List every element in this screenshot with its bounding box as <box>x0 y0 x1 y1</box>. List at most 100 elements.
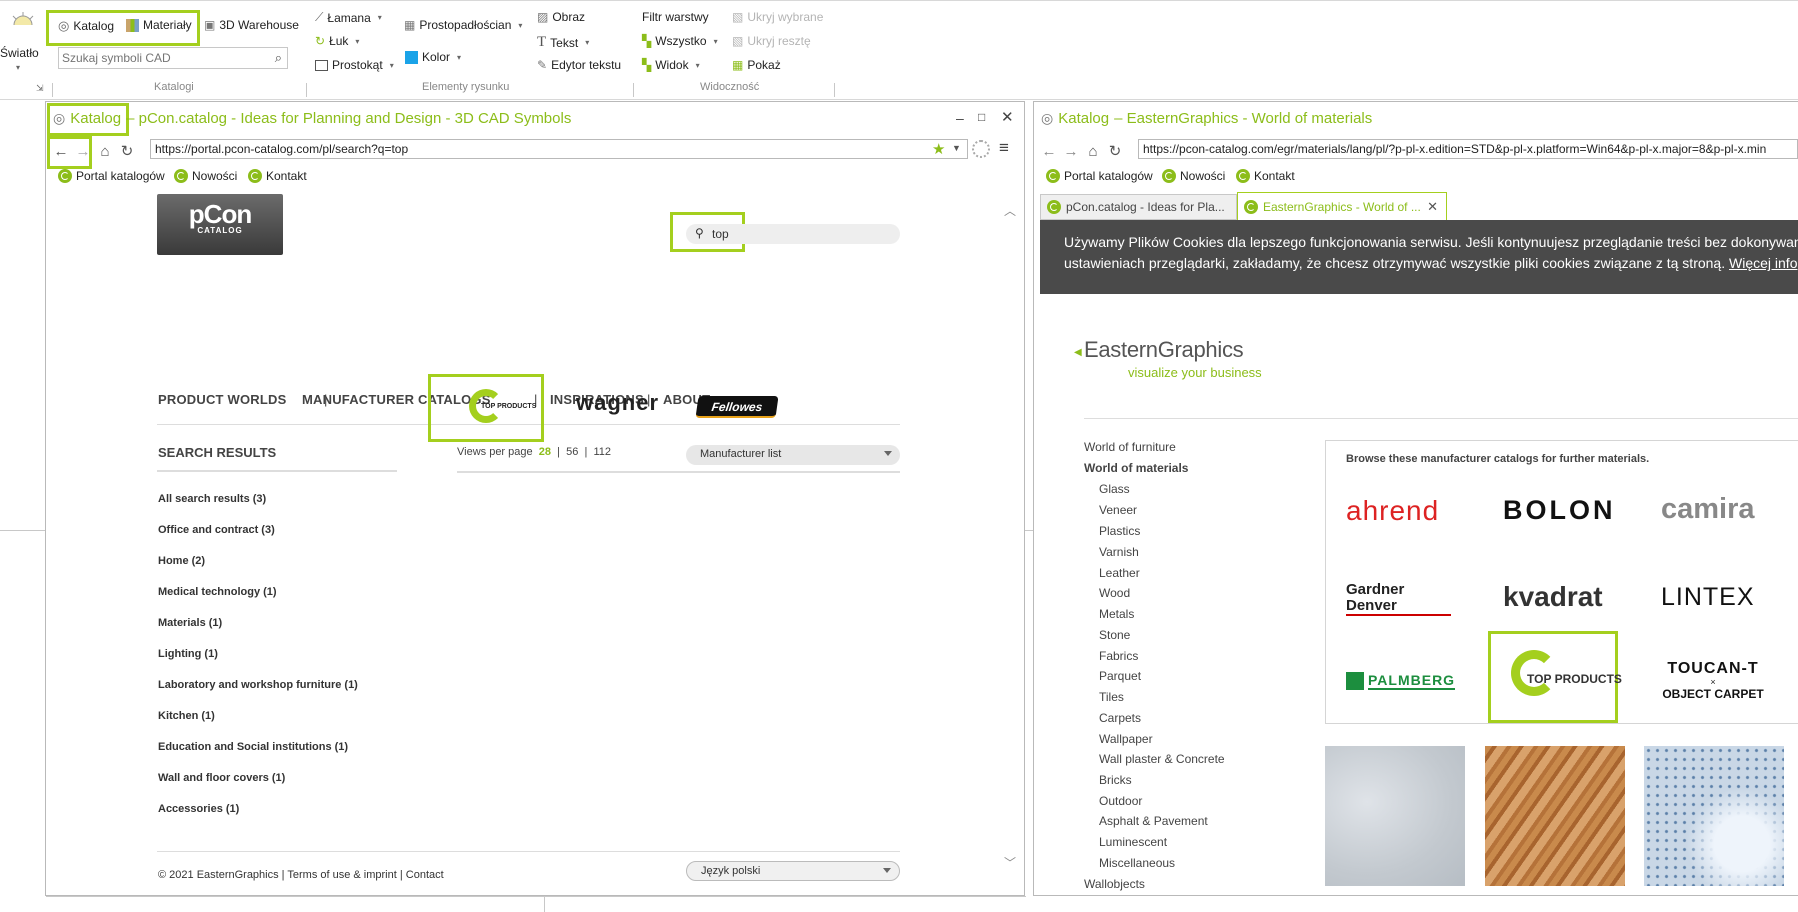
material-item[interactable]: Wallpaper <box>1099 732 1153 746</box>
close-tab-icon[interactable]: ✕ <box>1427 199 1438 215</box>
reload-icon[interactable]: ↻ <box>1104 142 1126 160</box>
cad-search-input[interactable] <box>59 48 259 68</box>
scroll-down-icon[interactable]: ﹀ <box>1004 854 1016 871</box>
katalog-button[interactable]: ◎ Katalog <box>58 18 114 34</box>
material-item[interactable]: Metals <box>1099 607 1134 621</box>
light-button[interactable]: Światło <box>0 46 39 60</box>
brand-gardner-denver[interactable]: Gardner Denver <box>1346 582 1456 622</box>
bookmark-nowosci[interactable]: Nowości <box>174 169 237 183</box>
category-item[interactable]: Laboratory and workshop furniture (1) <box>158 679 358 691</box>
category-item[interactable]: Materials (1) <box>158 617 222 629</box>
hide-selected-button[interactable]: ▧ Ukryj wybrane <box>732 10 823 24</box>
category-item[interactable]: Kitchen (1) <box>158 710 215 722</box>
category-all[interactable]: All search results (3) <box>158 493 266 505</box>
dialog-launcher-icon[interactable]: ⇲ <box>36 83 44 94</box>
home-icon[interactable]: ⌂ <box>94 143 116 160</box>
pcon-catalog-logo[interactable]: pCon CATALOG <box>157 194 283 255</box>
category-item[interactable]: Home (2) <box>158 555 205 567</box>
material-item[interactable]: Parquet <box>1099 669 1141 683</box>
category-item[interactable]: Medical technology (1) <box>158 586 277 598</box>
material-item[interactable]: Outdoor <box>1099 794 1142 808</box>
material-item[interactable]: Leather <box>1099 566 1140 580</box>
close-button[interactable]: ✕ <box>1001 108 1014 126</box>
bookmark-kontakt[interactable]: Kontakt <box>1236 169 1295 183</box>
minimize-button[interactable]: – <box>956 110 964 126</box>
brand-palmberg[interactable]: PALMBERG <box>1346 672 1456 690</box>
menu-icon[interactable]: ≡ <box>999 138 1009 158</box>
tab-pcon-catalog[interactable]: pCon.catalog - Ideas for Pla... <box>1040 194 1237 220</box>
color-button[interactable]: Kolor ▾ <box>405 50 461 64</box>
chevron-down-icon[interactable]: ▼ <box>952 143 961 153</box>
cad-search-box[interactable]: ⌕ <box>58 47 288 69</box>
hide-rest-button[interactable]: ▧ Ukryj resztę <box>732 34 811 48</box>
material-item[interactable]: Varnish <box>1099 545 1139 559</box>
material-item[interactable]: Plastics <box>1099 524 1140 538</box>
category-item[interactable]: Office and contract (3) <box>158 524 275 536</box>
nav-product-worlds[interactable]: PRODUCT WORLDS <box>158 392 286 407</box>
material-item[interactable]: Asphalt & Pavement <box>1099 814 1208 828</box>
back-icon[interactable]: ← <box>50 143 72 160</box>
search-icon[interactable]: ⌕ <box>275 50 282 66</box>
language-dropdown[interactable]: Język polski <box>686 861 900 881</box>
materialy-button[interactable]: Materiały <box>126 18 192 32</box>
material-swatch-wood[interactable] <box>1485 746 1625 886</box>
box-button[interactable]: ▦ Prostopadłościan ▾ <box>404 18 522 32</box>
all-layers-button[interactable]: ▚ Wszystko ▾ <box>642 34 718 48</box>
result-wagner[interactable]: wagner <box>576 390 659 416</box>
category-item[interactable]: Accessories (1) <box>158 803 239 815</box>
view-button[interactable]: ▚ Widok ▾ <box>642 58 700 72</box>
views-56[interactable]: 56 <box>566 446 578 458</box>
scroll-up-icon[interactable]: ︿ <box>1004 202 1016 219</box>
category-item[interactable]: Education and Social institutions (1) <box>158 741 348 753</box>
material-item[interactable]: Wall plaster & Concrete <box>1099 752 1225 766</box>
brand-camira[interactable]: camira <box>1661 493 1755 526</box>
material-swatch-stone[interactable] <box>1325 746 1465 886</box>
address-bar[interactable]: https://pcon-catalog.com/egr/materials/l… <box>1138 139 1798 159</box>
category-item[interactable]: Lighting (1) <box>158 648 218 660</box>
category-item[interactable]: Wall and floor covers (1) <box>158 772 285 784</box>
material-item[interactable]: Luminescent <box>1099 835 1167 849</box>
brand-ahrend[interactable]: ahrend <box>1346 495 1439 527</box>
home-icon[interactable]: ⌂ <box>1082 143 1104 160</box>
bookmark-nowosci[interactable]: Nowości <box>1162 169 1225 183</box>
material-item[interactable]: Bricks <box>1099 773 1132 787</box>
polyline-button[interactable]: ⟋ Łamana ▾ <box>315 10 382 25</box>
material-swatch-terrazzo[interactable] <box>1644 746 1784 886</box>
brand-kvadrat[interactable]: kvadrat <box>1503 581 1603 613</box>
material-item[interactable]: Wood <box>1099 586 1130 600</box>
material-item[interactable]: Carpets <box>1099 711 1141 725</box>
views-28[interactable]: 28 <box>539 446 551 458</box>
eastern-graphics-logo[interactable]: ◀ EasternGraphics visualize your busines… <box>1074 337 1262 380</box>
reload-icon[interactable]: ↻ <box>116 142 138 160</box>
views-112[interactable]: 112 <box>593 446 611 458</box>
material-item[interactable]: Veneer <box>1099 503 1137 517</box>
brand-top-products[interactable]: TOP PRODUCTS <box>1488 631 1622 723</box>
star-icon[interactable]: ★ <box>932 140 945 158</box>
site-search-field[interactable]: ⚲ top <box>686 224 900 244</box>
material-item[interactable]: Stone <box>1099 628 1130 642</box>
nav-world-of-materials[interactable]: World of materials <box>1084 461 1188 475</box>
manufacturer-list-dropdown[interactable]: Manufacturer list <box>686 445 900 465</box>
brand-bolon[interactable]: BOLON <box>1503 495 1616 526</box>
bookmark-portal[interactable]: Portal katalogów <box>1046 169 1153 183</box>
sun-icon[interactable] <box>10 11 36 31</box>
bookmark-kontakt[interactable]: Kontakt <box>248 169 307 183</box>
tab-eastern-graphics[interactable]: EasternGraphics - World of ... ✕ <box>1237 192 1447 220</box>
cookie-more-link[interactable]: Więcej info <box>1729 255 1797 271</box>
address-bar[interactable]: https://portal.pcon-catalog.com/pl/searc… <box>150 139 968 159</box>
material-item[interactable]: Fabrics <box>1099 649 1138 663</box>
result-top-products[interactable]: TOP PRODUCTS <box>428 374 544 442</box>
3d-warehouse-button[interactable]: ▣ 3D Warehouse <box>204 18 299 32</box>
text-editor-button[interactable]: ✎ Edytor tekstu <box>537 58 621 72</box>
material-item[interactable]: Miscellaneous <box>1099 856 1175 870</box>
text-button[interactable]: T Tekst ▾ <box>537 34 589 51</box>
image-button[interactable]: ▨ Obraz <box>537 10 585 24</box>
arc-button[interactable]: ↻ Łuk ▾ <box>315 34 359 48</box>
nav-world-of-furniture[interactable]: World of furniture <box>1084 440 1176 454</box>
show-button[interactable]: ▦ Pokaż <box>732 58 781 72</box>
forward-icon[interactable]: → <box>1060 143 1082 160</box>
bookmark-portal[interactable]: Portal katalogów <box>58 169 165 183</box>
rectangle-button[interactable]: Prostokąt ▾ <box>315 58 394 72</box>
brand-toucan-object-carpet[interactable]: TOUCAN-T × OBJECT CARPET <box>1657 660 1769 701</box>
brand-lintex[interactable]: LINTEX <box>1661 583 1755 612</box>
